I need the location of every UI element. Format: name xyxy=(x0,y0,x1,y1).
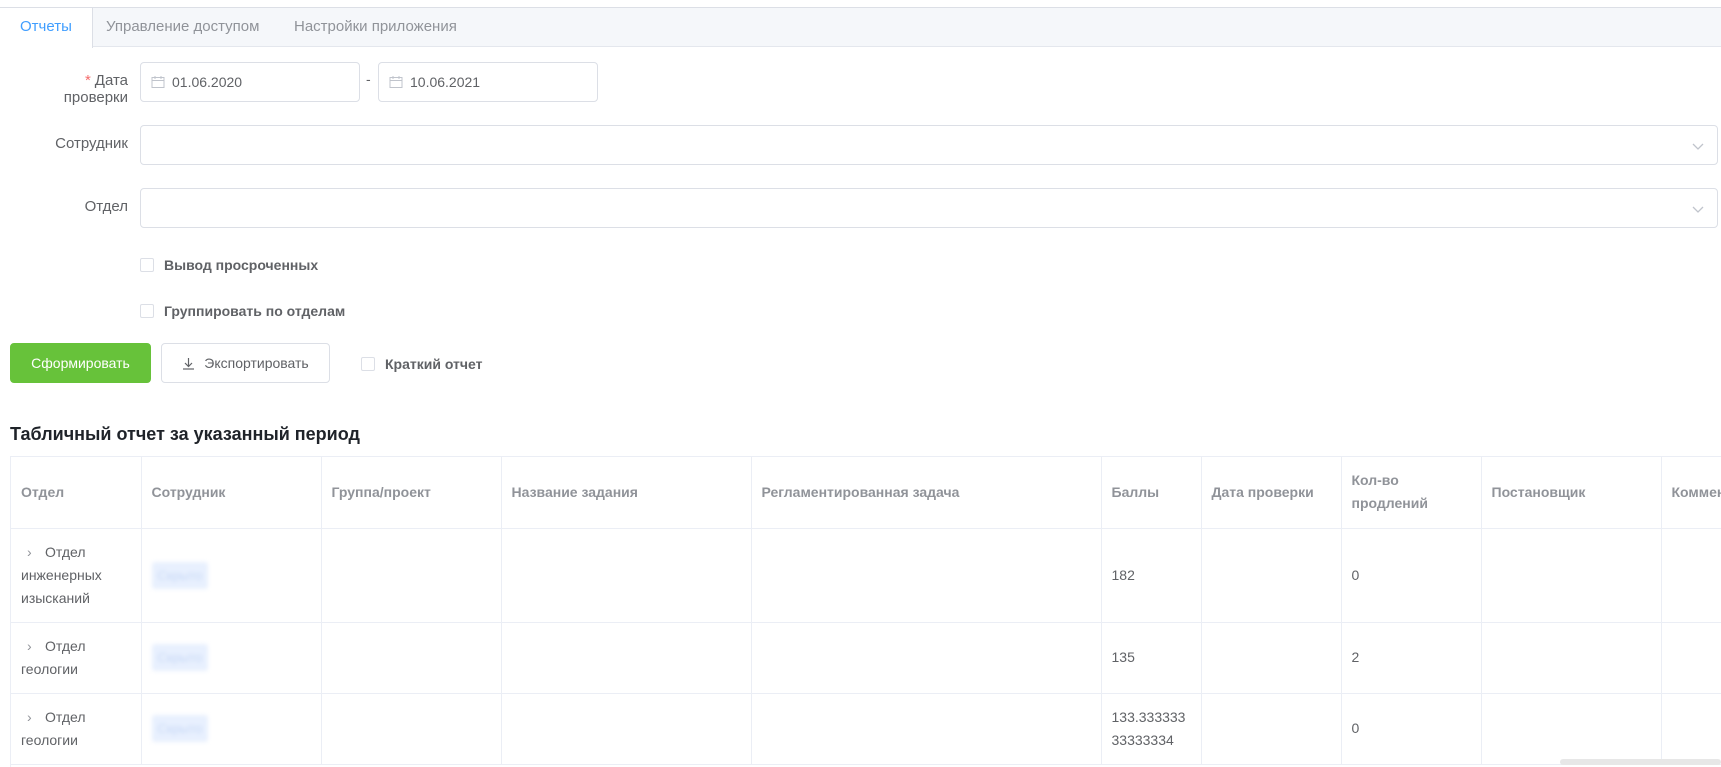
date-to-input[interactable]: 10.06.2021 xyxy=(378,62,598,102)
required-mark: * xyxy=(84,72,91,89)
horizontal-scrollbar[interactable] xyxy=(1560,759,1721,765)
column-header[interactable]: Регламентированная задача xyxy=(751,457,1102,529)
department-label: Отдел xyxy=(84,198,128,215)
group-by-department-checkbox[interactable] xyxy=(140,304,154,318)
task-cell xyxy=(501,528,752,623)
column-header[interactable]: Название задания xyxy=(501,457,752,529)
group-cell xyxy=(321,622,502,694)
group-cell xyxy=(321,528,502,623)
overdue-checkbox[interactable] xyxy=(140,258,154,272)
check-date-cell xyxy=(1201,622,1342,694)
table-row[interactable]: › Отдел геологии Скрыто 135 2 xyxy=(11,622,1721,694)
assigner-cell xyxy=(1481,693,1662,765)
column-header[interactable]: Группа/проект xyxy=(321,457,502,529)
regulated-cell xyxy=(751,528,1102,623)
calendar-icon xyxy=(389,76,403,88)
export-button[interactable]: Экспортировать xyxy=(161,343,330,383)
department-cell: › Отдел инженерных изысканий xyxy=(11,528,142,623)
export-button-label: Экспортировать xyxy=(204,355,309,371)
chevron-right-icon[interactable]: › xyxy=(27,541,39,564)
overdue-checkbox-row[interactable]: Вывод просроченных xyxy=(140,257,318,273)
department-cell: › Отдел геологии xyxy=(11,693,142,765)
chevron-right-icon[interactable]: › xyxy=(27,635,39,658)
generate-button[interactable]: Сформировать xyxy=(10,343,151,383)
table-header-row: Отдел Сотрудник Группа/проект Название з… xyxy=(11,457,1721,529)
employee-link-redacted[interactable]: Скрыто xyxy=(151,715,209,742)
task-cell xyxy=(501,693,752,765)
regulated-cell xyxy=(751,693,1102,765)
column-header[interactable]: Кол-во продлений xyxy=(1341,457,1482,529)
score-cell: 133.333333 33333334 xyxy=(1101,693,1202,765)
column-header[interactable]: Дата проверки xyxy=(1201,457,1342,529)
department-select[interactable] xyxy=(140,188,1718,228)
employee-link-redacted[interactable]: Скрыто xyxy=(151,644,209,671)
date-separator: - xyxy=(366,71,371,87)
check-date-cell xyxy=(1201,528,1342,623)
score-cell: 135 xyxy=(1101,622,1202,694)
column-header[interactable]: Баллы xyxy=(1101,457,1202,529)
tab-reports[interactable]: Отчеты xyxy=(0,8,93,48)
calendar-icon xyxy=(151,76,165,88)
table-row[interactable]: › Отдел геологии Скрыто 133.333333 333333… xyxy=(11,693,1721,765)
report-title: Табличный отчет за указанный период xyxy=(10,424,360,444)
date-from-value: 01.06.2020 xyxy=(172,74,243,90)
comment-cell xyxy=(1661,622,1721,694)
extensions-cell: 2 xyxy=(1341,622,1482,694)
employee-cell: Скрыто xyxy=(141,528,322,623)
regulated-cell xyxy=(751,622,1102,694)
short-report-checkbox[interactable] xyxy=(361,357,375,371)
date-label: * Дата проверки xyxy=(18,72,128,106)
employee-link-redacted[interactable]: Скрыто xyxy=(151,561,209,589)
employee-cell: Скрыто xyxy=(141,693,322,765)
download-icon xyxy=(183,357,195,370)
assigner-cell xyxy=(1481,622,1662,694)
group-checkbox-row[interactable]: Группировать по отделам xyxy=(140,303,345,319)
date-label-text: Дата проверки xyxy=(63,72,128,106)
employee-cell: Скрыто xyxy=(141,622,322,694)
tab-access-management[interactable]: Управление доступом xyxy=(86,8,279,47)
task-cell xyxy=(501,622,752,694)
department-cell: › Отдел геологии xyxy=(11,622,142,694)
extensions-cell: 0 xyxy=(1341,528,1482,623)
date-from-input[interactable]: 01.06.2020 xyxy=(140,62,360,102)
date-to-value: 10.06.2021 xyxy=(410,74,481,90)
overdue-checkbox-label: Вывод просроченных xyxy=(164,257,319,273)
extensions-cell: 0 xyxy=(1341,693,1482,765)
chevron-down-icon xyxy=(1692,206,1704,213)
tab-app-settings[interactable]: Настройки приложения xyxy=(274,8,477,47)
check-date-cell xyxy=(1201,693,1342,765)
tab-bar: Отчеты Управление доступом Настройки при… xyxy=(0,8,1721,48)
assigner-cell xyxy=(1481,528,1662,623)
column-header[interactable]: Постановщик xyxy=(1481,457,1662,529)
chevron-right-icon[interactable]: › xyxy=(27,706,39,729)
employee-select[interactable] xyxy=(140,125,1718,165)
short-report-checkbox-label: Краткий отчет xyxy=(385,356,483,372)
table-row[interactable]: › Отдел инженерных изысканий Скрыто 182 0 xyxy=(11,528,1721,623)
column-header[interactable]: Комментарий xyxy=(1661,457,1721,529)
group-cell xyxy=(321,693,502,765)
column-header[interactable]: Сотрудник xyxy=(141,457,322,529)
comment-cell xyxy=(1661,528,1721,623)
column-header[interactable]: Отдел xyxy=(11,457,142,529)
short-report-checkbox-row[interactable]: Краткий отчет xyxy=(361,356,483,372)
score-cell: 182 xyxy=(1101,528,1202,623)
comment-cell xyxy=(1661,693,1721,765)
employee-label: Сотрудник xyxy=(55,135,128,152)
group-checkbox-label: Группировать по отделам xyxy=(164,303,346,319)
chevron-down-icon xyxy=(1692,143,1704,150)
report-table: Отдел Сотрудник Группа/проект Название з… xyxy=(10,456,1721,767)
